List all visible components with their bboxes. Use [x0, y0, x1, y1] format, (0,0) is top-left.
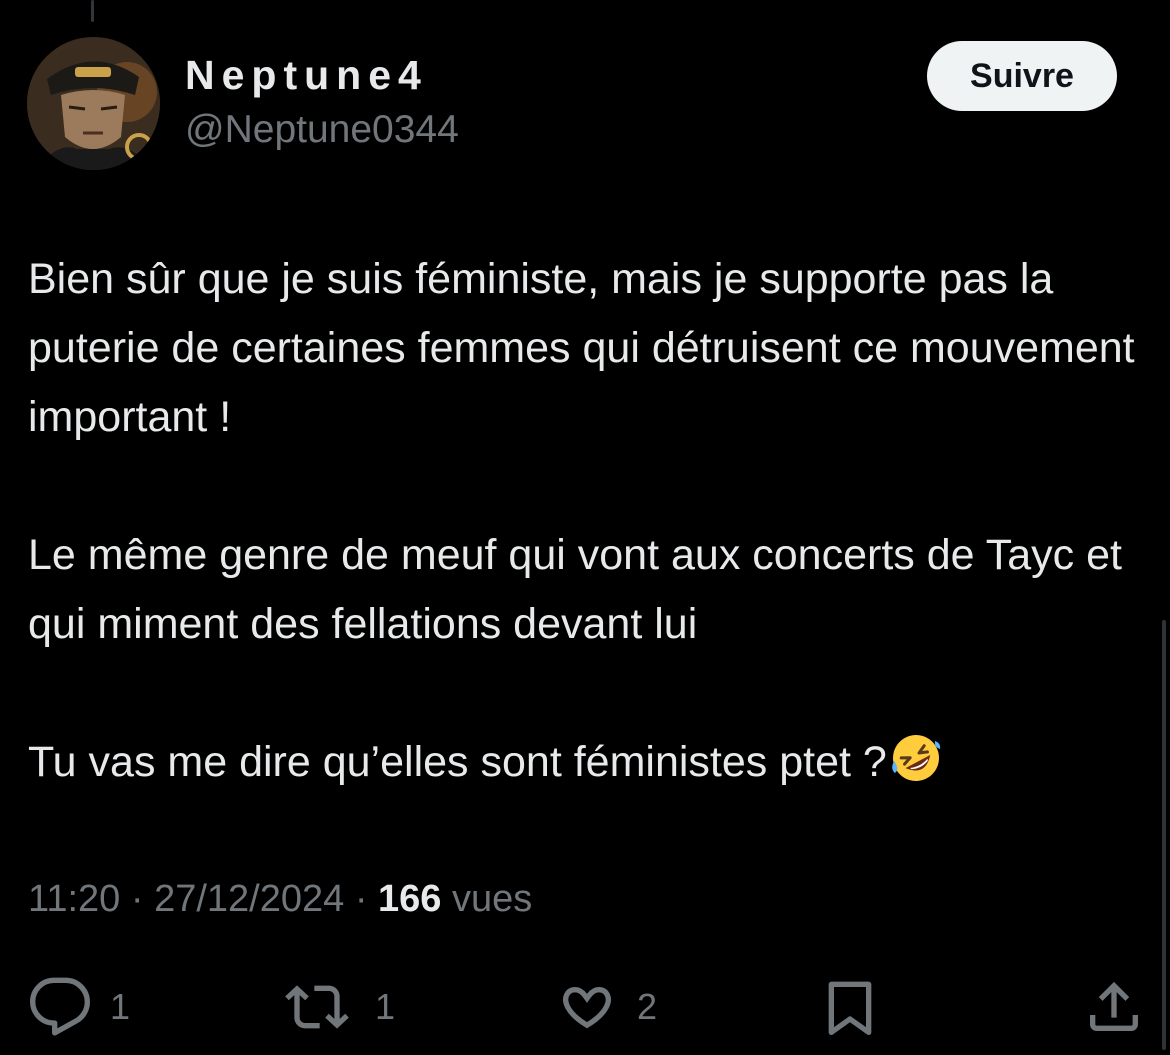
- tweet-paragraph-text: Tu vas me dire qu’elles sont féministes …: [28, 738, 887, 786]
- reply-icon: [30, 977, 91, 1036]
- share-button[interactable]: [1082, 975, 1146, 1039]
- scrollbar[interactable]: [1162, 620, 1166, 1050]
- views-label: vues: [452, 878, 533, 920]
- retweet-button[interactable]: 1: [285, 975, 395, 1039]
- follow-button[interactable]: Suivre: [927, 41, 1117, 111]
- anime-character-avatar-icon: [27, 37, 160, 170]
- meta-separator: ·: [130, 878, 144, 920]
- tweet-text: Bien sûr que je suis féministe, mais je …: [28, 245, 1153, 797]
- tweet-paragraph-last: Tu vas me dire qu’elles sont féministes …: [28, 728, 1153, 797]
- reply-count: 1: [110, 986, 131, 1027]
- thread-connector-line: [91, 0, 94, 22]
- tweet-actions-bar: 1 1 2: [0, 975, 1170, 1039]
- rolling-on-floor-laughing-emoji-icon: [892, 735, 940, 781]
- tweet-date[interactable]: 27/12/2024: [154, 878, 344, 920]
- avatar[interactable]: [27, 37, 160, 170]
- tweet-time[interactable]: 11:20: [28, 878, 120, 920]
- like-count: 2: [637, 986, 658, 1027]
- share-icon: [1090, 981, 1138, 1031]
- tweet-meta: 11:20 · 27/12/2024 · 166 vues: [28, 878, 532, 921]
- author-handle[interactable]: @Neptune0344: [185, 108, 459, 152]
- bookmark-button[interactable]: [818, 975, 882, 1039]
- like-button[interactable]: 2: [555, 975, 657, 1039]
- retweet-count: 1: [375, 986, 396, 1027]
- retweet-icon: [285, 985, 349, 1029]
- reply-button[interactable]: 1: [28, 975, 130, 1039]
- author-display-name[interactable]: Neptune4: [185, 52, 428, 99]
- bookmark-icon: [828, 981, 872, 1035]
- tweet-paragraph: Bien sûr que je suis féministe, mais je …: [28, 255, 1135, 441]
- tweet-paragraph: Le même genre de meuf qui vont aux conce…: [28, 531, 1122, 648]
- heart-icon: [563, 986, 611, 1029]
- meta-separator: ·: [354, 878, 368, 920]
- views-count: 166: [378, 878, 442, 920]
